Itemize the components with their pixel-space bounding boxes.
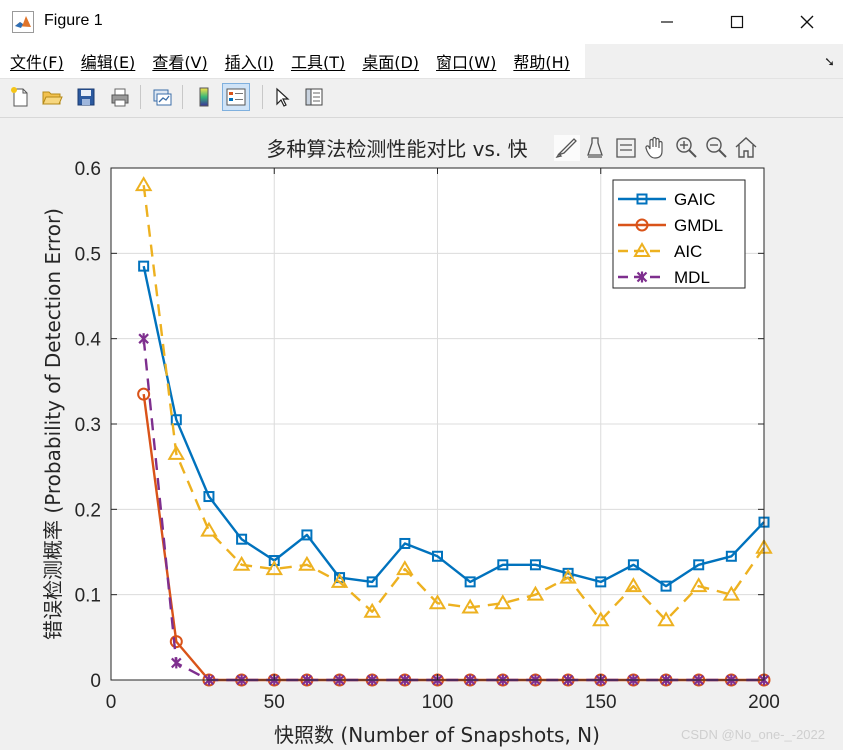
pointer-icon	[276, 87, 290, 107]
legend-label-gaic: GAIC	[674, 190, 716, 209]
toolbar-separator	[182, 85, 183, 109]
property-inspector-icon	[305, 88, 323, 106]
y-tick-label: 0.5	[75, 244, 101, 265]
colorbar-button[interactable]	[190, 83, 218, 111]
edit-plot-button[interactable]	[268, 83, 296, 111]
menu-desktop[interactable]: 桌面(D)	[352, 49, 426, 73]
line-chart[interactable]: 0 50 100 150 200 0 0.1 0.2 0.3 0.4 0.5 0.6 多种算法检测性…	[0, 118, 843, 750]
save-button[interactable]	[72, 83, 100, 111]
figure-canvas[interactable]: 0 50 100 150 200 0 0.1 0.2 0.3 0.4 0.5 0.6 多种算法检测性…	[0, 118, 843, 750]
window-title: Figure 1	[44, 12, 103, 29]
zoom-out-button[interactable]	[706, 137, 727, 158]
menu-bar: 文件(F) 编辑(E) 查看(V) 插入(I) 工具(T) 桌面(D) 窗口(W…	[0, 44, 843, 79]
y-tick-label: 0.4	[75, 330, 102, 351]
legend-button[interactable]	[222, 83, 250, 111]
legend-label-aic: AIC	[674, 242, 702, 261]
toolbar-separator	[262, 85, 263, 109]
open-file-icon	[42, 91, 63, 105]
menu-items: 文件(F) 编辑(E) 查看(V) 插入(I) 工具(T) 桌面(D) 窗口(W…	[0, 44, 585, 78]
menu-file[interactable]: 文件(F)	[0, 49, 71, 73]
menu-view[interactable]: 查看(V)	[142, 49, 214, 73]
zoom-in-button[interactable]	[676, 137, 697, 158]
matlab-logo-icon	[12, 11, 34, 33]
y-axis-label: 错误检测概率 (Probability of Detection Error)	[41, 208, 65, 640]
x-axis-label: 快照数 (Number of Snapshots, N)	[274, 723, 600, 747]
figure-toolbar	[0, 79, 843, 118]
menu-window[interactable]: 窗口(W)	[426, 49, 503, 73]
x-tick-label: 100	[422, 692, 454, 713]
minimize-icon	[661, 21, 673, 23]
chart-title: 多种算法检测性能对比 vs. 快	[266, 137, 527, 161]
print-icon	[111, 88, 129, 107]
zoom-out-icon	[706, 137, 727, 158]
dock-arrow-icon[interactable]: ➘	[824, 55, 835, 70]
x-tick-label: 50	[264, 692, 285, 713]
link-plot-button[interactable]	[148, 83, 176, 111]
maximize-button[interactable]	[702, 0, 772, 44]
brush-button[interactable]	[554, 135, 580, 161]
home-icon	[735, 137, 757, 158]
new-figure-button[interactable]	[6, 83, 34, 111]
data-tips-alt-icon	[616, 138, 636, 158]
close-button[interactable]	[772, 0, 842, 44]
link-plot-icon	[153, 89, 172, 106]
open-file-button[interactable]	[38, 83, 66, 111]
x-tick-label: 150	[585, 692, 617, 713]
save-icon	[77, 88, 95, 106]
minimize-button[interactable]	[632, 0, 702, 44]
legend-label-gmdl: GMDL	[674, 216, 723, 235]
print-button[interactable]	[106, 83, 134, 111]
toolbar-separator	[140, 85, 141, 109]
y-tick-label: 0.3	[75, 415, 101, 436]
y-tick-label: 0.1	[75, 586, 101, 607]
figure-window: Figure 1 文件(F) 编辑(E) 查看(V) 插入(I) 工具(T) 桌…	[0, 0, 843, 750]
colorbar-icon	[199, 87, 209, 107]
menu-insert[interactable]: 插入(I)	[215, 49, 281, 73]
menu-edit[interactable]: 编辑(E)	[71, 49, 143, 73]
close-icon	[800, 15, 814, 29]
zoom-in-icon	[676, 137, 697, 158]
restore-view-button[interactable]	[735, 137, 757, 158]
y-tick-label: 0.2	[75, 500, 101, 521]
data-tips-button[interactable]	[587, 137, 603, 158]
watermark: CSDN @No_one-_-2022	[681, 727, 825, 742]
menu-help[interactable]: 帮助(H)	[503, 49, 577, 73]
legend-icon	[226, 88, 246, 106]
pan-button[interactable]	[645, 136, 663, 159]
x-tick-label: 0	[106, 692, 117, 713]
menu-tools[interactable]: 工具(T)	[281, 49, 352, 73]
y-tick-label: 0	[90, 671, 101, 692]
maximize-icon	[730, 15, 744, 29]
axes-toolbar	[554, 135, 757, 161]
data-tips-alt-button[interactable]	[616, 138, 636, 158]
new-figure-icon	[11, 87, 28, 107]
legend-label-mdl: MDL	[674, 268, 710, 287]
x-tick-label: 200	[748, 692, 780, 713]
legend[interactable]: GAIC GMDL AIC MDL	[612, 179, 746, 289]
x-tick-labels: 0 50 100 150 200	[106, 692, 780, 713]
property-inspector-button[interactable]	[300, 83, 328, 111]
y-tick-labels: 0 0.1 0.2 0.3 0.4 0.5 0.6	[75, 159, 102, 692]
title-bar[interactable]: Figure 1	[0, 0, 843, 44]
y-tick-label: 0.6	[75, 159, 101, 180]
pan-hand-icon	[645, 136, 663, 159]
data-tips-icon	[587, 137, 603, 158]
